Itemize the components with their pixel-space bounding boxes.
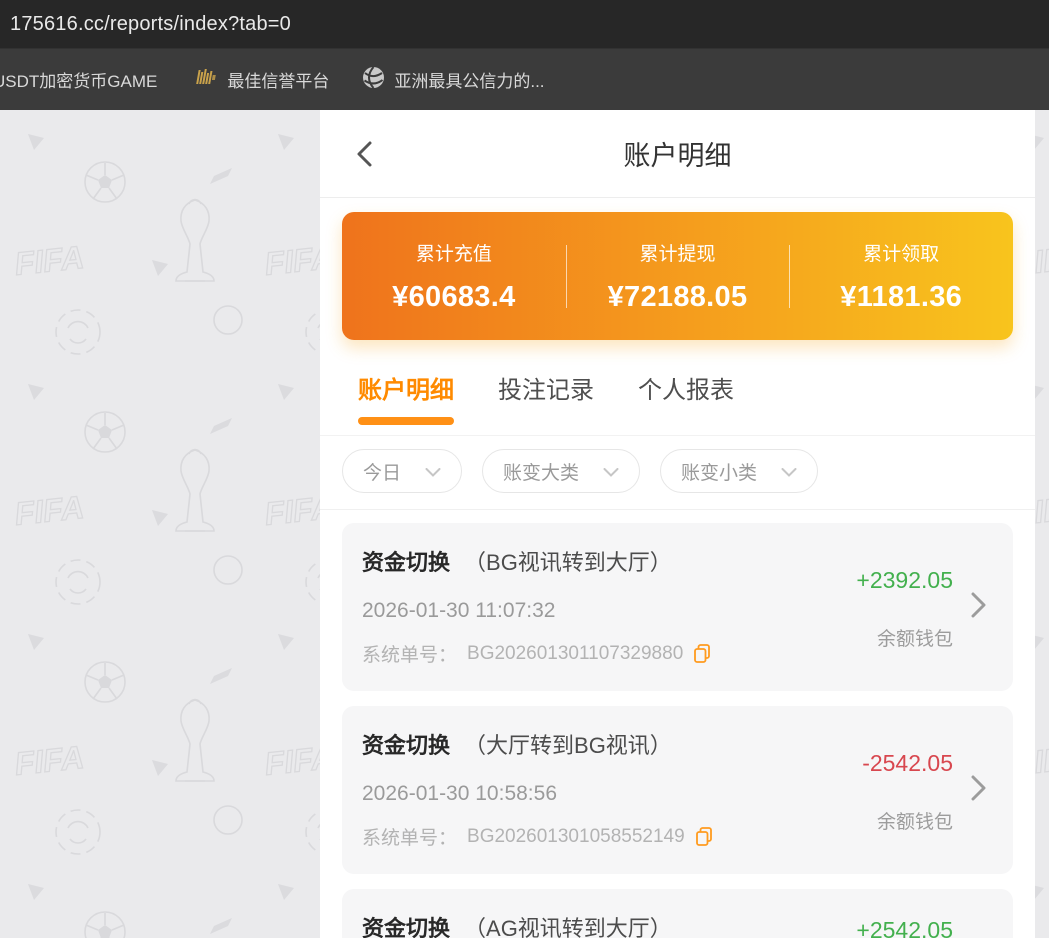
wallet-type: 余额钱包: [797, 807, 987, 834]
transaction-list: 资金切换 （BG视讯转到大厅） 2026-01-30 11:07:32 系统单号…: [320, 510, 1035, 938]
transaction-row[interactable]: 资金切换 （BG视讯转到大厅） 2026-01-30 11:07:32 系统单号…: [342, 523, 1013, 691]
transaction-subtitle: （大厅转到BG视讯）: [464, 728, 672, 760]
filter-minor-category-select[interactable]: 账变小类: [660, 449, 818, 493]
total-withdrawal: 累计提现 ¥72188.05: [566, 239, 790, 314]
globe-icon: [362, 66, 385, 94]
total-claimed: 累计领取 ¥1181.36: [789, 239, 1013, 314]
copy-icon[interactable]: [695, 826, 714, 847]
order-number-label: 系统单号：: [362, 823, 457, 850]
totals-summary-card: 累计充值 ¥60683.4 累计提现 ¥72188.05 累计领取 ¥1181.…: [342, 212, 1013, 340]
url-text[interactable]: 175616.cc/reports/index?tab=0: [10, 13, 291, 36]
transaction-type: 资金切换: [362, 545, 450, 577]
bookmark-label: 最佳信誉平台: [227, 67, 329, 92]
filter-date-select[interactable]: 今日: [342, 449, 462, 493]
report-tabs: 账户明细 投注记录 个人报表: [320, 340, 1035, 436]
browser-url-bar[interactable]: 175616.cc/reports/index?tab=0: [0, 0, 1049, 48]
transaction-subtitle: （BG视讯转到大厅）: [464, 545, 672, 577]
filter-major-category-select[interactable]: 账变大类: [482, 449, 640, 493]
chevron-right-icon[interactable]: [971, 774, 987, 807]
total-claimed-value: ¥1181.36: [789, 281, 1013, 314]
wallet-type: 余额钱包: [797, 624, 987, 651]
chevron-down-icon: [603, 461, 619, 483]
page-header: 账户明细: [320, 110, 1035, 198]
bookmarks-bar: USDT加密货币GAME 最佳信誉平台 亚洲最具公信力的..: [0, 48, 1049, 110]
transaction-row[interactable]: 资金切换 （大厅转到BG视讯） 2026-01-30 10:58:56 系统单号…: [342, 706, 1013, 874]
transaction-subtitle: （AG视讯转到大厅）: [464, 911, 672, 938]
transaction-type: 资金切换: [362, 728, 450, 760]
filter-date-label: 今日: [363, 458, 401, 485]
gold-logo-icon: [194, 68, 218, 91]
total-deposit: 累计充值 ¥60683.4: [342, 239, 566, 314]
total-withdrawal-value: ¥72188.05: [566, 281, 790, 314]
transaction-amount: -2542.05: [797, 750, 987, 777]
total-withdrawal-label: 累计提现: [566, 239, 790, 266]
chevron-down-icon: [781, 461, 797, 483]
filter-major-category-label: 账变大类: [503, 458, 579, 485]
total-deposit-label: 累计充值: [342, 239, 566, 266]
chevron-down-icon: [425, 461, 441, 483]
tab-bet-records[interactable]: 投注记录: [498, 370, 594, 435]
bookmark-usdt-game[interactable]: USDT加密货币GAME: [0, 67, 157, 92]
bookmark-asia-credibility[interactable]: 亚洲最具公信力的...: [362, 66, 544, 94]
bookmark-label: USDT加密货币GAME: [0, 67, 157, 92]
back-button[interactable]: [356, 139, 378, 169]
filter-minor-category-label: 账变小类: [681, 458, 757, 485]
tab-personal-report[interactable]: 个人报表: [638, 370, 734, 435]
tab-account-detail[interactable]: 账户明细: [358, 370, 454, 435]
page-title: 账户明细: [624, 134, 732, 173]
copy-icon[interactable]: [693, 643, 712, 664]
order-number: BG202601301058552149: [467, 826, 685, 848]
account-detail-panel: 账户明细 累计充值 ¥60683.4 累计提现 ¥72188.05 累计领取 ¥…: [320, 110, 1035, 938]
order-number: BG202601301107329880: [467, 643, 683, 665]
total-deposit-value: ¥60683.4: [342, 281, 566, 314]
transaction-amount: +2542.05: [797, 917, 987, 938]
filter-row: 今日 账变大类 账变小类: [320, 436, 1035, 510]
bookmark-label: 亚洲最具公信力的...: [394, 67, 544, 92]
transaction-amount: +2392.05: [797, 567, 987, 594]
total-claimed-label: 累计领取: [789, 239, 1013, 266]
chevron-right-icon[interactable]: [971, 591, 987, 624]
transaction-row[interactable]: 资金切换 （AG视讯转到大厅） +2542.05: [342, 889, 1013, 938]
order-number-label: 系统单号：: [362, 640, 457, 667]
transaction-type: 资金切换: [362, 911, 450, 938]
bookmark-best-reputation[interactable]: 最佳信誉平台: [194, 67, 329, 92]
